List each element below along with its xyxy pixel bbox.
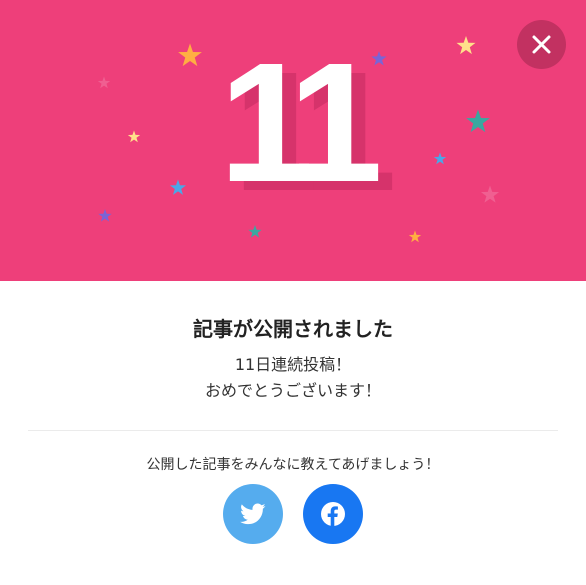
twitter-share-button[interactable] — [223, 484, 283, 544]
streak-message: 11日連続投稿！ — [234, 355, 352, 374]
star-icon — [408, 230, 422, 243]
congrats-message: おめでとうございます！ — [204, 381, 381, 400]
twitter-icon — [240, 503, 266, 525]
modal-title: 記事が公開されました — [193, 317, 393, 341]
star-icon — [248, 225, 262, 238]
share-prompt: 公開した記事をみんなに教えてあげましょう！ — [146, 457, 440, 473]
celebration-banner: 11 — [0, 0, 586, 281]
consecutive-days-number: 11 — [219, 28, 383, 218]
star-icon — [98, 209, 112, 222]
close-icon — [532, 35, 551, 54]
facebook-icon — [321, 502, 345, 526]
divider — [28, 430, 558, 431]
facebook-share-button[interactable] — [303, 484, 363, 544]
modal-body: 記事が公開されました 11日連続投稿！ おめでとうございます！ 公開した記事をみ… — [0, 281, 586, 585]
publish-success-modal: 11 記事が公開されました 11日連続投稿！ おめでとうございます！ 公開した記… — [0, 0, 586, 585]
close-button[interactable] — [517, 20, 566, 69]
